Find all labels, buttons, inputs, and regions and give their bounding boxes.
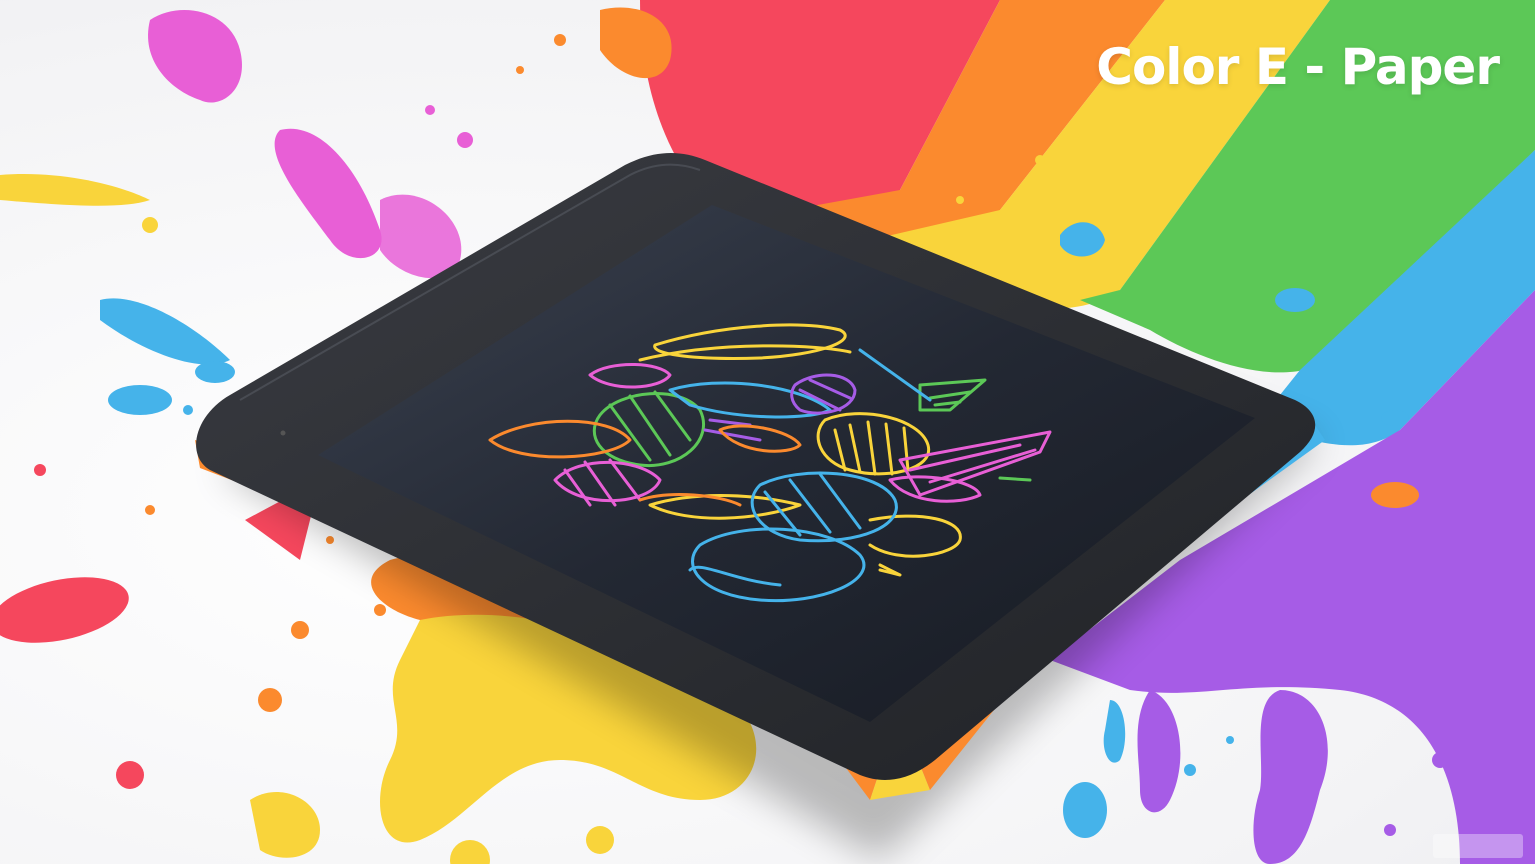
headline-title: Color E - Paper: [1096, 38, 1500, 96]
hero-scene: Color E - Paper: [0, 0, 1535, 864]
hero-illustration: [0, 0, 1535, 864]
